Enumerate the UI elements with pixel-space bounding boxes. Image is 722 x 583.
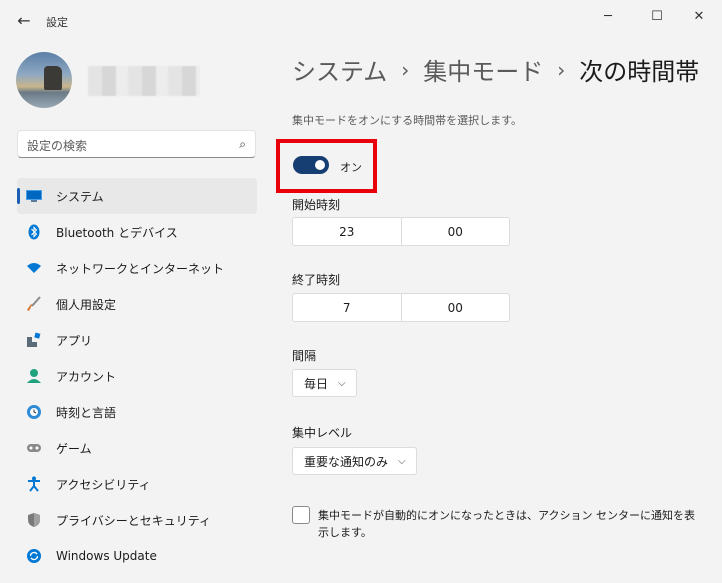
avatar bbox=[16, 52, 72, 108]
breadcrumb-focus-mode[interactable]: 集中モード bbox=[423, 52, 543, 87]
shield-icon bbox=[26, 512, 42, 528]
interval-label: 間隔 bbox=[292, 349, 317, 363]
sidebar-item-apps[interactable]: アプリ bbox=[17, 322, 257, 358]
chevron-down-icon: ⌵ bbox=[338, 377, 346, 389]
selection-indicator bbox=[17, 188, 20, 204]
sidebar-item-label: プライバシーとセキュリティ bbox=[56, 513, 212, 528]
toggle-knob bbox=[315, 160, 325, 170]
clock-globe-icon bbox=[26, 404, 42, 420]
sidebar-item-privacy-security[interactable]: プライバシーとセキュリティ bbox=[17, 502, 257, 538]
sidebar-item-label: システム bbox=[56, 189, 104, 204]
sidebar-item-label: アカウント bbox=[56, 369, 117, 384]
sidebar-item-accounts[interactable]: アカウント bbox=[17, 358, 257, 394]
show-notification-label[interactable]: 集中モードが自動的にオンになったときは、アクション センターに通知を表示します。 bbox=[318, 507, 698, 541]
interval-dropdown[interactable]: 毎日 ⌵ bbox=[292, 369, 357, 397]
minimize-icon: ─ bbox=[604, 8, 612, 24]
bluetooth-icon bbox=[26, 224, 42, 240]
start-time-label: 開始時刻 bbox=[292, 198, 341, 212]
apps-icon bbox=[26, 332, 42, 348]
sidebar-item-label: アクセシビリティ bbox=[56, 477, 151, 492]
sidebar-item-time-language[interactable]: 時刻と言語 bbox=[17, 394, 257, 430]
breadcrumb-separator: › bbox=[401, 57, 410, 82]
sidebar-item-label: アプリ bbox=[56, 333, 93, 348]
close-icon: ✕ bbox=[693, 8, 705, 24]
search-icon[interactable]: ⌕ bbox=[239, 137, 246, 152]
sidebar-item-label: Windows Update bbox=[56, 549, 157, 563]
sidebar-item-label: 時刻と言語 bbox=[56, 405, 117, 420]
sidebar-item-bluetooth[interactable]: Bluetooth とデバイス bbox=[17, 214, 257, 250]
title-bar: ← 設定 ─ ☐ ✕ bbox=[0, 0, 722, 40]
sidebar-nav: システム Bluetooth とデバイス ネットワークとインターネット 個人用設… bbox=[17, 178, 257, 574]
sidebar-item-system[interactable]: システム bbox=[17, 178, 257, 214]
sidebar-item-network[interactable]: ネットワークとインターネット bbox=[17, 250, 257, 286]
chevron-down-icon: ⌵ bbox=[398, 455, 406, 467]
back-button[interactable]: ← bbox=[12, 8, 36, 32]
breadcrumb-system[interactable]: システム bbox=[292, 52, 387, 87]
sidebar-item-label: ゲーム bbox=[56, 441, 92, 456]
sidebar-item-label: 個人用設定 bbox=[56, 297, 117, 312]
update-icon bbox=[26, 548, 42, 564]
sidebar-item-accessibility[interactable]: アクセシビリティ bbox=[17, 466, 257, 502]
sidebar-item-gaming[interactable]: ゲーム bbox=[17, 430, 257, 466]
interval-value: 毎日 bbox=[304, 376, 329, 391]
app-title: 設定 bbox=[46, 16, 68, 29]
back-arrow-icon: ← bbox=[17, 10, 31, 30]
start-minute[interactable]: 00 bbox=[400, 218, 510, 245]
brush-icon bbox=[26, 296, 42, 312]
end-time-label: 終了時刻 bbox=[292, 273, 341, 287]
end-minute[interactable]: 00 bbox=[400, 294, 510, 321]
focus-level-label: 集中レベル bbox=[292, 426, 353, 440]
page-description: 集中モードをオンにする時間帯を選択します。 bbox=[292, 114, 523, 127]
focus-level-value: 重要な通知のみ bbox=[304, 454, 389, 469]
close-button[interactable]: ✕ bbox=[676, 4, 722, 28]
toggle-state-label: オン bbox=[340, 161, 362, 174]
breadcrumb: システム › 集中モード › 次の時間帯 bbox=[292, 52, 699, 87]
settings-search-box[interactable]: 設定の検索 ⌕ bbox=[17, 130, 256, 158]
accessibility-icon bbox=[26, 476, 42, 492]
gamepad-icon bbox=[26, 440, 42, 456]
wifi-icon bbox=[26, 260, 42, 276]
breadcrumb-separator: › bbox=[557, 57, 566, 82]
sidebar-item-personalization[interactable]: 個人用設定 bbox=[17, 286, 257, 322]
sidebar-item-label: Bluetooth とデバイス bbox=[56, 225, 178, 240]
minimize-button[interactable]: ─ bbox=[585, 4, 631, 28]
end-time-picker[interactable]: 7 00 bbox=[292, 293, 510, 322]
start-hour[interactable]: 23 bbox=[293, 218, 401, 245]
show-notification-checkbox[interactable] bbox=[292, 506, 310, 524]
maximize-button[interactable]: ☐ bbox=[634, 4, 680, 28]
page-title: 次の時間帯 bbox=[579, 58, 700, 86]
end-hour[interactable]: 7 bbox=[293, 294, 401, 321]
blurred-user-name bbox=[88, 66, 200, 96]
start-time-picker[interactable]: 23 00 bbox=[292, 217, 510, 246]
focus-schedule-toggle[interactable] bbox=[293, 156, 329, 174]
account-icon bbox=[26, 368, 42, 384]
system-icon bbox=[26, 188, 42, 204]
focus-level-dropdown[interactable]: 重要な通知のみ ⌵ bbox=[292, 447, 417, 475]
sidebar-item-windows-update[interactable]: Windows Update bbox=[17, 538, 257, 574]
sidebar-item-label: ネットワークとインターネット bbox=[56, 261, 225, 276]
maximize-icon: ☐ bbox=[651, 8, 663, 24]
search-input[interactable]: 設定の検索 bbox=[27, 137, 87, 154]
